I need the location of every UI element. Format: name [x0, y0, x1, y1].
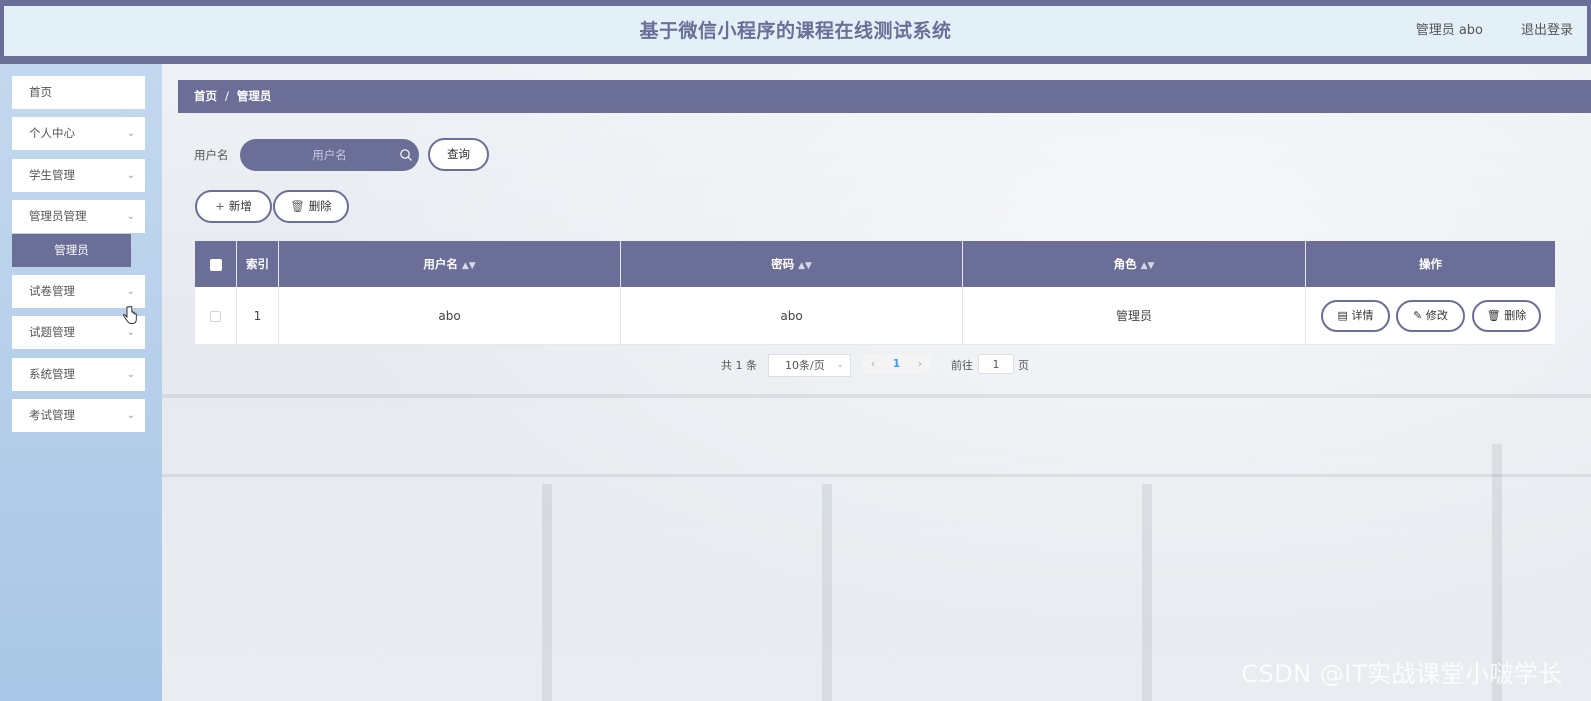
cell-role: 管理员: [963, 287, 1306, 344]
breadcrumb-current: 管理员: [236, 89, 272, 103]
sidebar-item-system-management[interactable]: 系统管理 ⌄: [12, 358, 145, 391]
delete-button-label: 删除: [308, 199, 332, 213]
row-delete-button[interactable]: 🗑 删除: [1472, 300, 1541, 332]
column-header-password[interactable]: 密码 ▲▼: [621, 241, 963, 287]
chevron-left-icon: ‹: [870, 357, 876, 370]
background-decoration: [162, 394, 1591, 398]
background-decoration: [1142, 484, 1152, 701]
chevron-right-icon: ›: [917, 357, 923, 370]
column-header-label: 角色: [1113, 257, 1137, 271]
chevron-down-icon: ⌄: [126, 410, 135, 421]
next-page-button[interactable]: ›: [910, 354, 930, 374]
logout-link[interactable]: 退出登录: [1521, 6, 1573, 56]
plus-icon: +: [215, 199, 225, 213]
select-all-cell[interactable]: [195, 241, 237, 287]
chevron-down-icon: ⌄: [126, 211, 135, 222]
sidebar-item-label: 学生管理: [29, 168, 75, 182]
sidebar-item-admin-management[interactable]: 管理员管理 ⌄: [12, 200, 145, 233]
cell-password: abo: [621, 287, 963, 344]
edit-button[interactable]: ✎ 修改: [1396, 300, 1465, 332]
edit-icon: ✎: [1413, 309, 1423, 322]
cell-actions: ▤ 详情 ✎ 修改 🗑 删除: [1306, 287, 1555, 344]
cell-username: abo: [279, 287, 621, 344]
edit-button-label: 修改: [1425, 309, 1448, 322]
page-suffix-label: 页: [1018, 359, 1029, 372]
table-header: 索引 用户名 ▲▼ 密码 ▲▼ 角色 ▲▼ 操作: [195, 241, 1555, 287]
app-title: 基于微信小程序的课程在线测试系统: [639, 20, 952, 42]
sidebar-item-exam-management[interactable]: 考试管理 ⌄: [12, 399, 145, 432]
query-button[interactable]: 查询: [428, 138, 489, 171]
chevron-down-icon: ⌄: [126, 286, 135, 297]
row-delete-button-label: 删除: [1504, 309, 1527, 322]
pagination-total: 共 1 条: [721, 359, 757, 372]
sort-icon[interactable]: ▲▼: [798, 261, 812, 271]
search-icon: [400, 149, 412, 161]
column-header-username[interactable]: 用户名 ▲▼: [279, 241, 621, 287]
add-button-label: 新增: [228, 199, 252, 213]
sidebar-item-label: 首页: [29, 85, 52, 99]
query-button-label: 查询: [447, 147, 470, 161]
column-header-actions: 操作: [1419, 257, 1442, 271]
main-content: 首页/管理员 用户名 查询 +新增 🗑删除 索引 用户名▲▼ 密码▲▼ 角: [162, 64, 1591, 701]
mouse-cursor-icon: [123, 306, 137, 324]
chevron-down-icon: ⌄: [126, 128, 135, 139]
cell-index: 1: [237, 287, 279, 344]
detail-button[interactable]: ▤ 详情: [1321, 300, 1390, 332]
trash-icon: 🗑: [290, 199, 305, 213]
background-decoration: [542, 484, 552, 701]
page-number-current[interactable]: 1: [883, 354, 910, 374]
sidebar-item-student-management[interactable]: 学生管理 ⌄: [12, 159, 145, 192]
page-size-select[interactable]: 10条/页 ⌄: [768, 354, 851, 377]
breadcrumb: 首页 / 管理员: [178, 80, 1591, 113]
chevron-down-icon: ⌄: [126, 170, 135, 181]
add-button[interactable]: + 新增: [195, 190, 272, 223]
sidebar-item-label: 试题管理: [29, 325, 75, 339]
row-select-cell[interactable]: [195, 287, 237, 344]
goto-label: 前往: [951, 359, 973, 372]
background-decoration: [822, 484, 832, 701]
page-size-value: 10条/页: [785, 359, 825, 372]
sidebar-item-label: 系统管理: [29, 367, 75, 381]
search-input[interactable]: [240, 139, 419, 171]
sidebar-item-personal-center[interactable]: 个人中心 ⌄: [12, 117, 145, 150]
sort-icon[interactable]: ▲▼: [462, 261, 476, 271]
prev-page-button[interactable]: ‹: [863, 354, 883, 374]
background-decoration: [162, 474, 1591, 477]
sidebar-item-label: 试卷管理: [29, 284, 75, 298]
sort-icon[interactable]: ▲▼: [1141, 261, 1155, 271]
column-header-label: 用户名: [423, 257, 458, 271]
top-bar: 基于微信小程序的课程在线测试系统 管理员 abo 退出登录: [0, 0, 1591, 64]
sidebar-item-paper-management[interactable]: 试卷管理 ⌄: [12, 275, 145, 308]
sidebar-subitem-admin[interactable]: 管理员: [12, 234, 131, 267]
sidebar-item-label: 管理员管理: [29, 209, 87, 223]
chevron-down-icon: ⌄: [836, 360, 844, 370]
delete-button[interactable]: 🗑 删除: [273, 190, 349, 223]
select-all-checkbox[interactable]: [209, 258, 222, 271]
detail-button-label: 详情: [1351, 309, 1374, 322]
sidebar-item-label: 考试管理: [29, 408, 75, 422]
row-checkbox[interactable]: [210, 311, 221, 322]
breadcrumb-home[interactable]: 首页: [194, 89, 217, 103]
sidebar-item-label: 个人中心: [29, 126, 75, 140]
watermark-text: CSDN @IT实战课堂小啵学长: [1241, 660, 1563, 688]
admin-table: 索引 用户名 ▲▼ 密码 ▲▼ 角色 ▲▼ 操作 1 abo abo 管理员 ▤ 详情: [195, 241, 1555, 345]
column-header-role[interactable]: 角色 ▲▼: [963, 241, 1306, 287]
document-icon: ▤: [1337, 309, 1348, 322]
table-row: 1 abo abo 管理员 ▤ 详情 ✎ 修改 🗑 删除: [195, 287, 1555, 345]
header: 基于微信小程序的课程在线测试系统 管理员 abo 退出登录: [4, 6, 1587, 56]
goto-page-input[interactable]: [978, 354, 1014, 374]
sidebar-item-home[interactable]: 首页: [12, 76, 145, 109]
search-label: 用户名: [194, 148, 229, 162]
current-user-label: 管理员 abo: [1415, 23, 1483, 38]
breadcrumb-separator: /: [225, 89, 229, 103]
chevron-down-icon: ⌄: [126, 369, 135, 380]
trash-icon: 🗑: [1486, 309, 1501, 322]
column-header-index: 索引: [237, 241, 279, 287]
column-header-label: 密码: [771, 257, 795, 271]
